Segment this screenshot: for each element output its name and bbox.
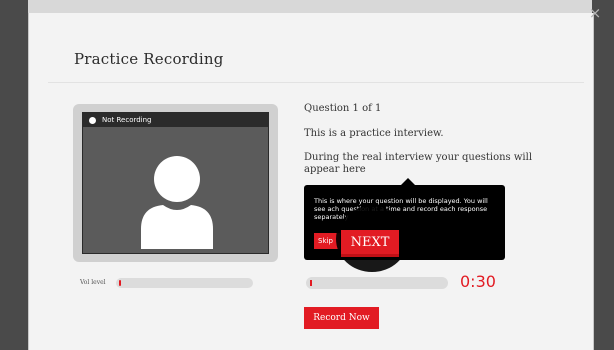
backdrop-right [592, 0, 614, 350]
question-count: Question 1 of 1 [304, 103, 382, 114]
camera-status-bar: Not Recording [83, 113, 268, 127]
camera-screen: Not Recording [82, 112, 269, 254]
question-intro: This is a practice interview. [304, 128, 444, 139]
recording-progress-bar [306, 277, 448, 289]
next-button-shadow [341, 254, 399, 257]
backdrop-top [28, 0, 592, 13]
question-description: During the real interview your questions… [304, 152, 533, 175]
volume-meter [116, 278, 253, 288]
title-divider [48, 82, 584, 83]
record-now-button[interactable]: Record Now [304, 307, 379, 329]
camera-preview: Not Recording [73, 104, 278, 262]
recording-status-label: Not Recording [102, 116, 152, 124]
recording-timer: 0:30 [460, 272, 496, 291]
tooltip-text: This is where your question will be disp… [314, 197, 488, 221]
volume-meter-fill [119, 280, 121, 286]
close-icon[interactable]: × [588, 6, 602, 21]
volume-level-label: Vol level [80, 279, 106, 286]
backdrop-left [0, 0, 28, 350]
recording-status-dot-icon [89, 116, 96, 124]
recording-progress-fill [310, 280, 312, 286]
person-silhouette-icon [141, 156, 213, 249]
tooltip-arrow [401, 178, 415, 185]
next-button[interactable]: NEXT [341, 230, 399, 254]
modal-title: Practice Recording [74, 50, 224, 68]
